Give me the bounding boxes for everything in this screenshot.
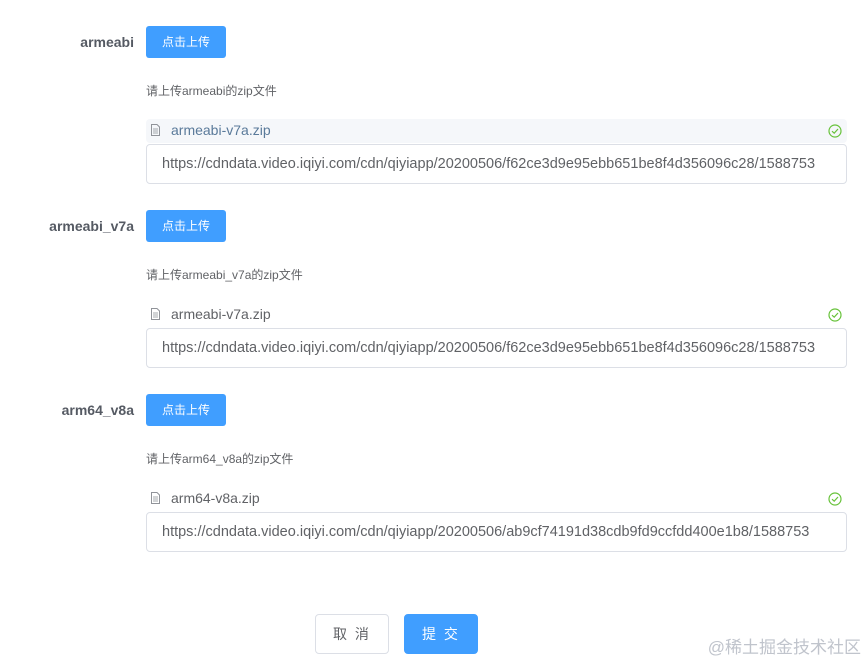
document-icon	[151, 492, 160, 504]
upload-tip-armeabi-v7a: 请上传armeabi_v7a的zip文件	[146, 268, 303, 282]
circle-check-icon	[828, 124, 842, 138]
url-input-armeabi-v7a[interactable]	[146, 328, 847, 368]
upload-button-arm64-v8a[interactable]: 点击上传	[146, 394, 226, 426]
upload-button-armeabi[interactable]: 点击上传	[146, 26, 226, 58]
upload-tip-armeabi: 请上传armeabi的zip文件	[146, 84, 277, 98]
uploaded-file-arm64-v8a[interactable]: arm64-v8a.zip	[146, 487, 847, 511]
file-name: armeabi-v7a.zip	[171, 122, 271, 138]
watermark: @稀土掘金技术社区	[707, 638, 861, 657]
circle-check-icon	[828, 492, 842, 506]
cancel-button[interactable]: 取 消	[315, 614, 389, 654]
file-name: arm64-v8a.zip	[171, 490, 260, 506]
url-input-arm64-v8a[interactable]	[146, 512, 847, 552]
uploaded-file-armeabi[interactable]: armeabi-v7a.zip	[146, 119, 847, 143]
submit-button[interactable]: 提 交	[404, 614, 478, 654]
uploaded-file-armeabi-v7a[interactable]: armeabi-v7a.zip	[146, 303, 847, 327]
file-name: armeabi-v7a.zip	[171, 306, 271, 322]
field-label-armeabi: armeabi	[80, 34, 134, 50]
upload-button-armeabi-v7a[interactable]: 点击上传	[146, 210, 226, 242]
document-icon	[151, 308, 160, 320]
document-icon	[151, 124, 160, 136]
field-label-arm64-v8a: arm64_v8a	[61, 402, 134, 418]
url-input-armeabi[interactable]	[146, 144, 847, 184]
circle-check-icon	[828, 308, 842, 322]
field-label-armeabi-v7a: armeabi_v7a	[49, 218, 134, 234]
upload-tip-arm64-v8a: 请上传arm64_v8a的zip文件	[146, 452, 294, 466]
